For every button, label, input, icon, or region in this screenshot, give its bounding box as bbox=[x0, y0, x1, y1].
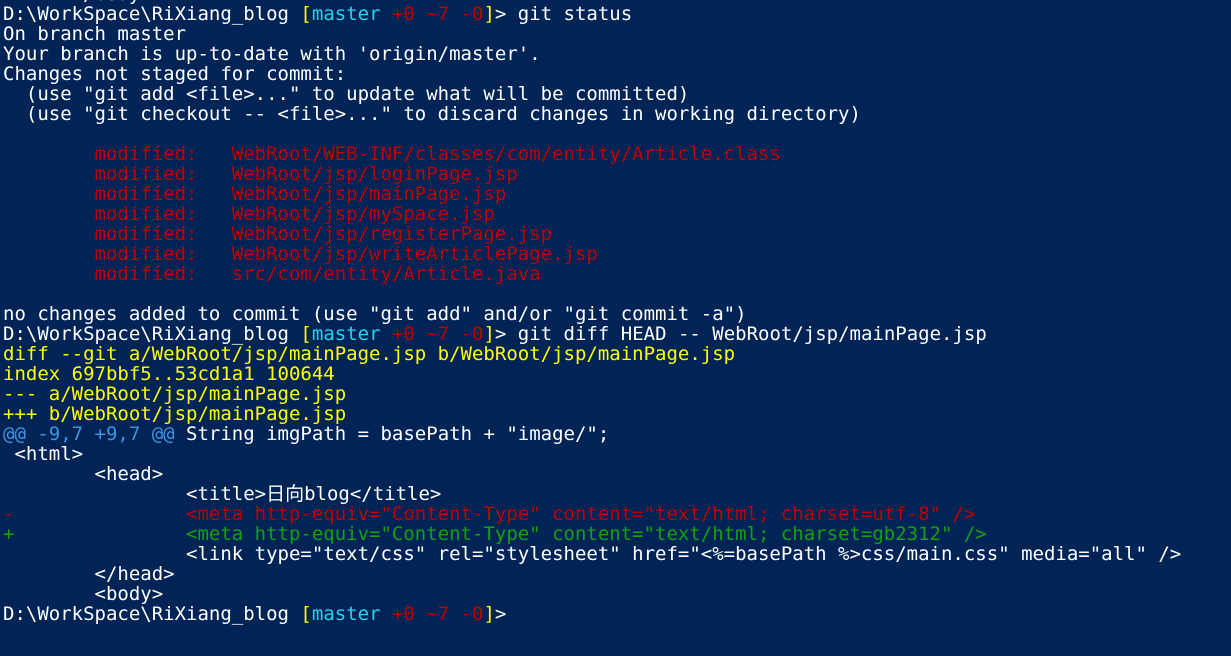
terminal-text-segment: modified: WebRoot/jsp/loginPage.jsp bbox=[3, 163, 518, 185]
terminal-line: modified: WebRoot/jsp/registerPage.jsp bbox=[0, 224, 1231, 244]
terminal-line: </head> bbox=[0, 564, 1231, 584]
terminal-text-segment: +0 ~7 -0 bbox=[380, 3, 484, 25]
terminal-text-segment: @@ -9,7 +9,7 @@ bbox=[3, 423, 175, 445]
terminal-line: - <meta http-equiv="Content-Type" conten… bbox=[0, 504, 1231, 524]
terminal-text-segment: ] bbox=[483, 3, 495, 25]
terminal-text-segment: (use "git add <file>..." to update what … bbox=[3, 83, 690, 105]
terminal-text-segment: modified: src/com/entity/Article.java bbox=[3, 263, 541, 285]
terminal-text-segment: > git status bbox=[494, 3, 633, 25]
terminal-text-segment: Changes not staged for commit: bbox=[3, 63, 347, 85]
terminal-line: Changes not staged for commit: bbox=[0, 64, 1231, 84]
terminal-line: On branch master bbox=[0, 24, 1231, 44]
terminal-line: <link type="text/css" rel="stylesheet" h… bbox=[0, 544, 1231, 564]
terminal-text-segment: master bbox=[311, 603, 381, 625]
terminal-text-segment: modified: WebRoot/jsp/mySpace.jsp bbox=[3, 203, 495, 225]
terminal-text-segment: <body> bbox=[3, 583, 164, 605]
terminal-text-segment: --- a/WebRoot/jsp/mainPage.jsp bbox=[3, 383, 347, 405]
terminal-line: + <meta http-equiv="Content-Type" conten… bbox=[0, 524, 1231, 544]
terminal-text-segment: - <meta http-equiv="Content-Type" conten… bbox=[3, 503, 976, 525]
terminal-line: modified: WebRoot/WEB-INF/classes/com/en… bbox=[0, 144, 1231, 164]
terminal-line: modified: src/com/entity/Article.java bbox=[0, 264, 1231, 284]
terminal-text-segment: +++ b/WebRoot/jsp/mainPage.jsp bbox=[3, 403, 347, 425]
terminal-line: +++ b/WebRoot/jsp/mainPage.jsp bbox=[0, 404, 1231, 424]
terminal-text-segment: On branch master bbox=[3, 23, 187, 45]
terminal-line: <title>日向blog</title> bbox=[0, 484, 1231, 504]
terminal-line: --- a/WebRoot/jsp/mainPage.jsp bbox=[0, 384, 1231, 404]
terminal-text-segment: </head> bbox=[3, 563, 175, 585]
terminal-window[interactable]: </body>D:\WorkSpace\RiXiang_blog [master… bbox=[0, 0, 1231, 656]
terminal-text-segment: <head> bbox=[3, 463, 164, 485]
terminal-text-segment: Your branch is up-to-date with 'origin/m… bbox=[3, 43, 541, 65]
terminal-text-segment: D:\WorkSpace\RiXiang_blog bbox=[3, 3, 301, 25]
terminal-text-segment: String imgPath = basePath + "image/"; bbox=[174, 423, 610, 445]
terminal-text-segment: +0 ~7 -0 bbox=[380, 603, 484, 625]
terminal-line: modified: WebRoot/jsp/writeArticlePage.j… bbox=[0, 244, 1231, 264]
terminal-line: modified: WebRoot/jsp/loginPage.jsp bbox=[0, 164, 1231, 184]
terminal-text-segment: modified: WebRoot/WEB-INF/classes/com/en… bbox=[3, 143, 781, 165]
terminal-line: modified: WebRoot/jsp/mySpace.jsp bbox=[0, 204, 1231, 224]
terminal-line: D:\WorkSpace\RiXiang_blog [master +0 ~7 … bbox=[0, 604, 1231, 624]
terminal-text-segment: index 697bbf5..53cd1a1 100644 bbox=[3, 363, 335, 385]
terminal-text-segment: <link type="text/css" rel="stylesheet" h… bbox=[3, 543, 1182, 565]
terminal-text-segment: master bbox=[311, 323, 381, 345]
terminal-text-segment: modified: WebRoot/jsp/mainPage.jsp bbox=[3, 183, 507, 205]
terminal-line: Your branch is up-to-date with 'origin/m… bbox=[0, 44, 1231, 64]
terminal-text-segment: <title>日向blog</title> bbox=[3, 483, 442, 505]
terminal-text-segment: ] bbox=[483, 603, 495, 625]
terminal-text-segment: diff --git a/WebRoot/jsp/mainPage.jsp b/… bbox=[3, 343, 736, 365]
terminal-line: modified: WebRoot/jsp/mainPage.jsp bbox=[0, 184, 1231, 204]
terminal-text-segment: D:\WorkSpace\RiXiang_blog bbox=[3, 323, 301, 345]
terminal-line: index 697bbf5..53cd1a1 100644 bbox=[0, 364, 1231, 384]
terminal-text-segment: [ bbox=[300, 603, 312, 625]
terminal-text-segment: [ bbox=[300, 3, 312, 25]
terminal-text-segment: > git diff HEAD -- WebRoot/jsp/mainPage.… bbox=[494, 323, 987, 345]
terminal-text-segment: no changes added to commit (use "git add… bbox=[3, 303, 747, 325]
terminal-text-segment: <html> bbox=[3, 443, 84, 465]
terminal-text-segment: modified: WebRoot/jsp/writeArticlePage.j… bbox=[3, 243, 598, 265]
terminal-line: @@ -9,7 +9,7 @@ String imgPath = basePat… bbox=[0, 424, 1231, 444]
terminal-text-segment: (use "git checkout -- <file>..." to disc… bbox=[3, 103, 861, 125]
terminal-text-segment: D:\WorkSpace\RiXiang_blog bbox=[3, 603, 301, 625]
terminal-text-segment: +0 ~7 -0 bbox=[380, 323, 484, 345]
terminal-text-segment: master bbox=[311, 3, 381, 25]
terminal-line: (use "git add <file>..." to update what … bbox=[0, 84, 1231, 104]
terminal-line: D:\WorkSpace\RiXiang_blog [master +0 ~7 … bbox=[0, 4, 1231, 24]
terminal-text-segment: ] bbox=[483, 323, 495, 345]
terminal-text-segment: [ bbox=[300, 323, 312, 345]
terminal-text-segment: > bbox=[494, 603, 507, 625]
terminal-line: no changes added to commit (use "git add… bbox=[0, 304, 1231, 324]
terminal-line: <head> bbox=[0, 464, 1231, 484]
terminal-line: D:\WorkSpace\RiXiang_blog [master +0 ~7 … bbox=[0, 324, 1231, 344]
terminal-line: <html> bbox=[0, 444, 1231, 464]
terminal-line: <body> bbox=[0, 584, 1231, 604]
terminal-text-segment: modified: WebRoot/jsp/registerPage.jsp bbox=[3, 223, 553, 245]
terminal-text-segment: + <meta http-equiv="Content-Type" conten… bbox=[3, 523, 987, 545]
terminal-line: (use "git checkout -- <file>..." to disc… bbox=[0, 104, 1231, 124]
terminal-line: diff --git a/WebRoot/jsp/mainPage.jsp b/… bbox=[0, 344, 1231, 364]
